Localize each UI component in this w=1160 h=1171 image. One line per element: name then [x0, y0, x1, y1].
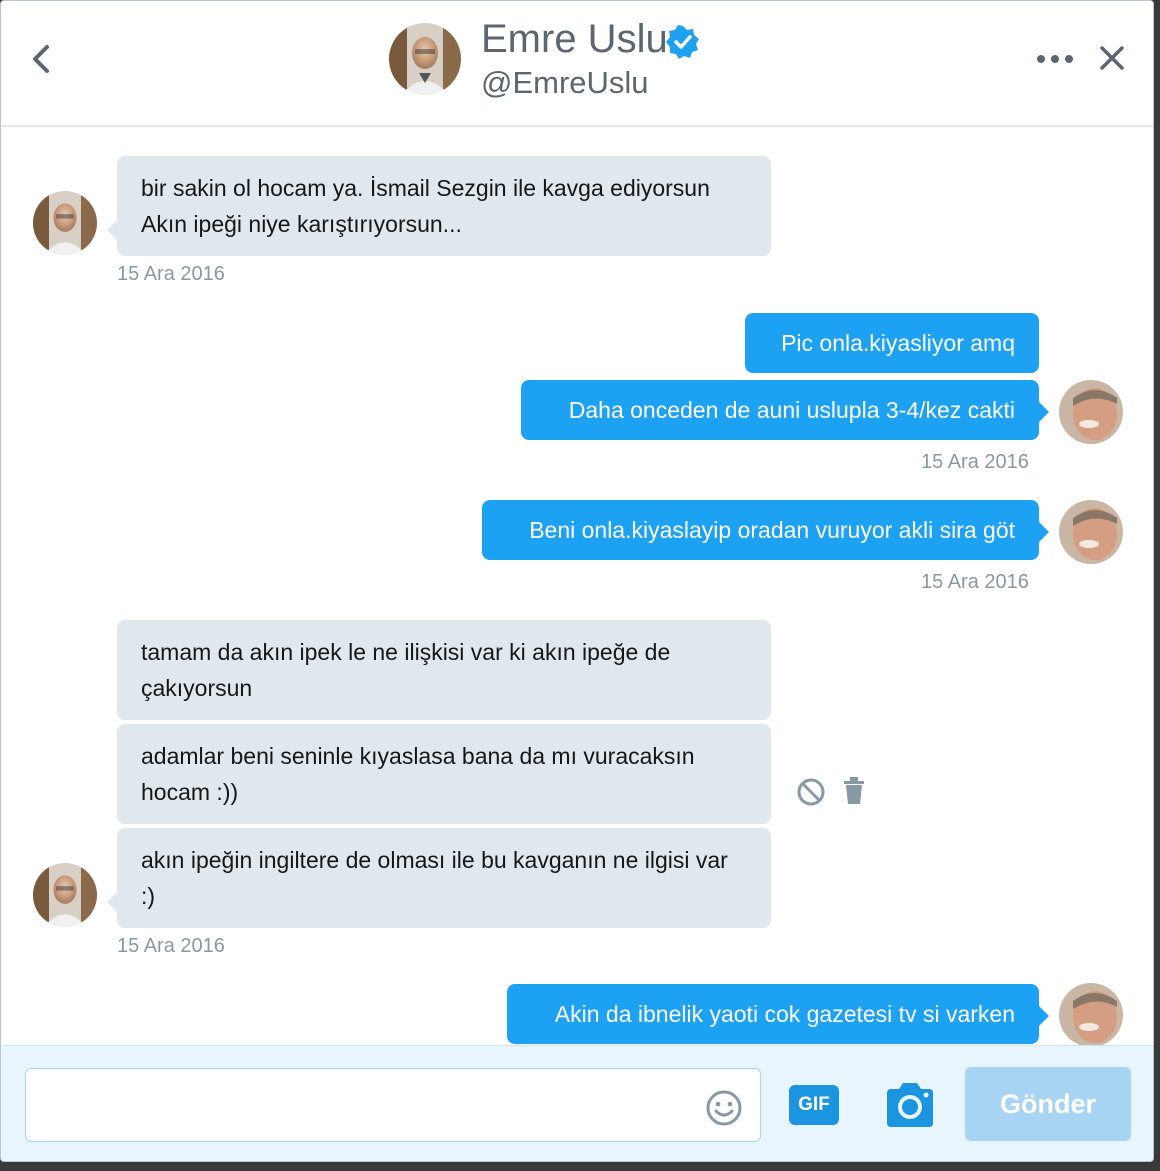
emoji-button[interactable] — [705, 1089, 743, 1127]
block-icon — [797, 778, 825, 806]
block-button[interactable] — [795, 776, 827, 813]
user-handle: @EmreUslu — [481, 65, 649, 100]
emoji-icon — [706, 1090, 742, 1126]
close-button[interactable] — [1097, 43, 1127, 73]
camera-icon — [887, 1083, 933, 1127]
message-timestamp: 15 Ara 2016 — [921, 571, 1029, 593]
back-icon — [33, 45, 49, 73]
message-bubble[interactable]: bir sakin ol hocam ya. İsmail Sezgin ile… — [107, 156, 771, 256]
avatar[interactable] — [1059, 380, 1123, 444]
message-bubble[interactable]: adamlar beni seninle kıyaslasa bana da m… — [117, 724, 771, 824]
close-icon — [1100, 46, 1124, 70]
gif-icon: GIF — [798, 1094, 830, 1115]
message-bubble[interactable]: akın ipeğin ingiltere de olması ile bu k… — [107, 828, 771, 928]
more-options-button[interactable] — [1035, 49, 1075, 69]
message-input[interactable] — [25, 1068, 761, 1142]
message-timestamp: 15 Ara 2016 — [117, 263, 225, 285]
avatar[interactable] — [33, 863, 97, 927]
avatar[interactable] — [389, 23, 461, 95]
avatar[interactable] — [1059, 500, 1123, 564]
dm-window: Emre Uslu @EmreUslu bir sakin ol hocam y… — [0, 0, 1154, 1162]
conversation-thread[interactable]: bir sakin ol hocam ya. İsmail Sezgin ile… — [1, 127, 1153, 1045]
back-button[interactable] — [27, 39, 57, 79]
trash-icon — [844, 777, 864, 804]
verified-badge-icon — [666, 25, 699, 59]
message-bubble[interactable]: Akin da ibnelik yaoti cok gazetesi tv si… — [507, 984, 1049, 1044]
gif-button[interactable]: GIF — [789, 1085, 839, 1125]
message-bubble[interactable]: tamam da akın ipek le ne ilişkisi var ki… — [117, 620, 771, 720]
message-bubble[interactable]: Daha onceden de auni uslupla 3-4/kez cak… — [521, 380, 1049, 440]
more-icon — [1037, 55, 1073, 63]
add-photo-button[interactable] — [883, 1081, 937, 1129]
message-bubble[interactable]: Pic onla.kiyasliyor amq — [745, 313, 1039, 373]
page-title: Emre Uslu — [481, 17, 668, 61]
avatar[interactable] — [33, 191, 97, 255]
delete-button[interactable] — [841, 776, 867, 811]
message-timestamp: 15 Ara 2016 — [921, 451, 1029, 473]
message-bubble[interactable]: Beni onla.kiyaslayip oradan vuruyor akli… — [482, 500, 1049, 560]
send-button[interactable]: Gönder — [965, 1067, 1131, 1141]
avatar[interactable] — [1059, 983, 1123, 1045]
conversation-header: Emre Uslu @EmreUslu — [1, 1, 1153, 127]
message-timestamp: 15 Ara 2016 — [117, 935, 225, 957]
